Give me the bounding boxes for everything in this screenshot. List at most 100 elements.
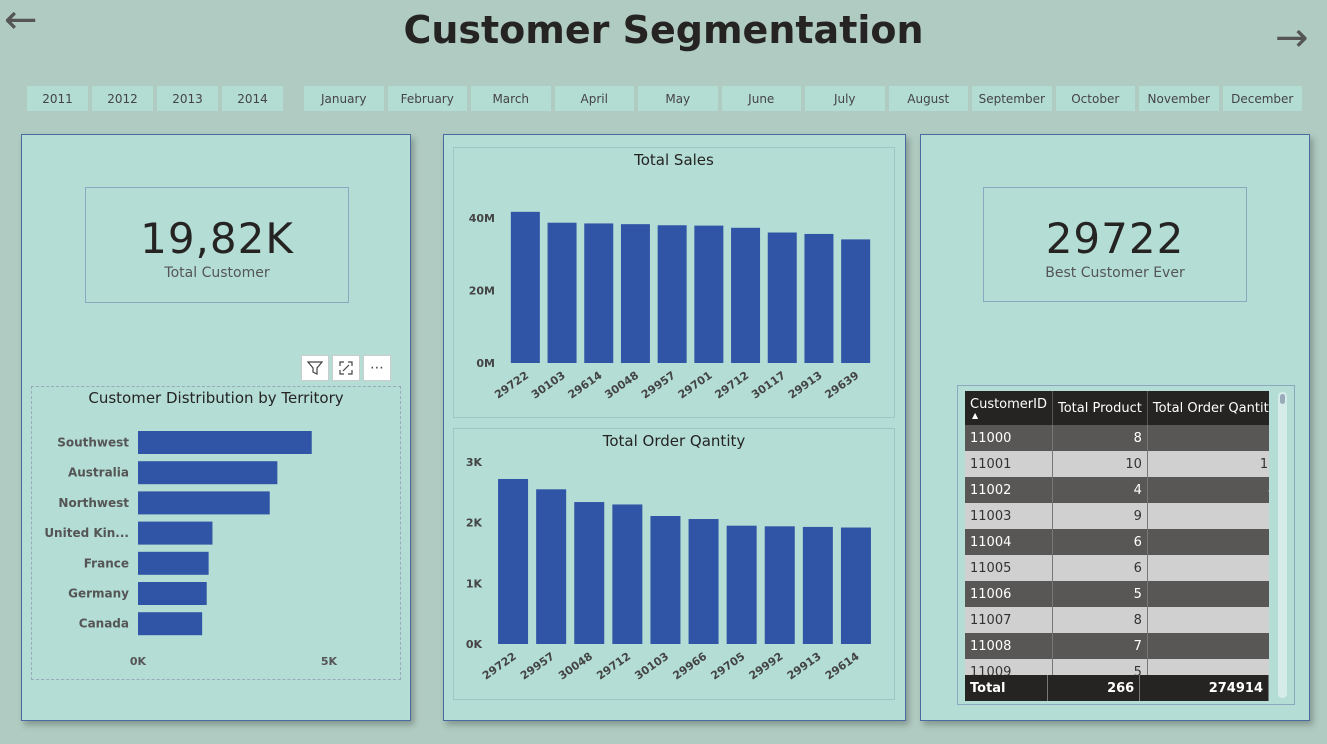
total-sales-bar-chart: 0M20M40M29722301032961430048299572970129… (469, 211, 871, 402)
sales-x-tick-label: 29712 (712, 369, 751, 402)
table-total: Total 266 274914 (965, 675, 1269, 701)
month-button-january[interactable]: January (304, 86, 384, 111)
sales-x-tick-label: 30103 (529, 369, 568, 402)
table-header-total-product[interactable]: Total Product (1052, 391, 1148, 425)
table-total-wrapper: Total 266 274914 (965, 675, 1269, 701)
table-cell: 8 (1147, 607, 1269, 633)
right-panel: 29722 Best Customer Ever CustomerID ▲ Tota… (920, 134, 1310, 721)
table-row[interactable]: 1100466 (965, 529, 1269, 555)
table-header-customerid[interactable]: CustomerID ▲ (965, 391, 1053, 425)
quantity-bar (802, 526, 833, 644)
total-sales-visual[interactable]: Total Sales 0M 20M 40M 29722 30103 29614 30048… (453, 147, 895, 418)
month-button-may[interactable]: May (638, 86, 718, 111)
best-customer-card: 29722 Best Customer Ever (983, 187, 1247, 302)
table-cell: 4 (1052, 477, 1148, 503)
quantity-x-tick-label: 29705 (709, 650, 748, 683)
table-cell: 11 (1147, 451, 1269, 477)
quantity-bar (688, 519, 719, 644)
year-button-2012[interactable]: 2012 (92, 86, 153, 111)
table-cell: 7 (1052, 633, 1148, 659)
table-body: 1100088110011011110024411003991100466110… (965, 425, 1269, 685)
territory-bar-chart: Southwest Australia Northwest United Kin...… (44, 431, 338, 668)
table-header-total-order-qantity[interactable]: Total Order Qantity (1147, 391, 1269, 425)
table-cell: 11003 (965, 503, 1053, 529)
focus-mode-icon[interactable] (332, 355, 360, 381)
territory-x-tick-label: 5K (321, 655, 338, 668)
quantity-y-tick-label: 1K (466, 577, 483, 590)
more-options-icon[interactable]: ⋯ (363, 355, 391, 381)
sales-bar (510, 211, 540, 363)
month-button-november[interactable]: November (1139, 86, 1219, 111)
territory-bar (138, 461, 278, 485)
sales-x-tick-label: 30048 (602, 369, 641, 402)
quantity-x-tick-label: 29992 (747, 650, 786, 683)
sales-bar (731, 227, 761, 363)
total-customer-label: Total Customer (164, 265, 270, 281)
sales-bar (620, 224, 650, 363)
quantity-x-tick-label: 29913 (785, 650, 824, 683)
quantity-y-tick-label: 3K (466, 456, 483, 469)
table-scrollbar-thumb[interactable] (1280, 394, 1285, 404)
best-customer-value: 29722 (1045, 214, 1185, 263)
order-quantity-visual[interactable]: Total Order Qantity 0K 1K 2K 3K 29722 29957 30… (453, 428, 895, 700)
quantity-bar (726, 525, 757, 644)
month-button-june[interactable]: June (721, 86, 801, 111)
total-customer-card: 19,82K Total Customer (85, 187, 349, 303)
year-button-2014[interactable]: 2014 (222, 86, 283, 111)
table-cell: 6 (1052, 555, 1148, 581)
table-cell: 11007 (965, 607, 1053, 633)
table-cell: 9 (1052, 503, 1148, 529)
territory-bar (138, 491, 270, 515)
table-total-cell: 274914 (1139, 675, 1269, 701)
table-scrollbar[interactable] (1278, 392, 1287, 698)
sales-x-tick-label: 29639 (823, 369, 862, 402)
customer-table-visual[interactable]: CustomerID ▲ Total Product Total Order Qant… (957, 385, 1295, 705)
table-cell: 11004 (965, 529, 1053, 555)
table-row[interactable]: 1100088 (965, 425, 1269, 451)
table-row[interactable]: 1100877 (965, 633, 1269, 659)
table-total-cell: Total (965, 675, 1049, 701)
territory-chart-visual[interactable]: Customer Distribution by Territory South… (31, 386, 401, 680)
territory-bar (138, 431, 312, 454)
quantity-x-tick-label: 29712 (594, 650, 633, 683)
quantity-bar (612, 504, 643, 644)
table-header-row: CustomerID ▲ Total Product Total Order Qant… (965, 391, 1269, 425)
table-row[interactable]: 1100788 (965, 607, 1269, 633)
year-button-2013[interactable]: 2013 (157, 86, 218, 111)
territory-category-label: Australia (68, 466, 129, 480)
quantity-x-tick-label: 30103 (632, 650, 671, 683)
table-cell: 4 (1147, 477, 1269, 503)
sales-x-tick-label: 29722 (492, 369, 531, 402)
forward-arrow-icon[interactable]: → (1275, 18, 1309, 58)
quantity-x-tick-label: 29614 (823, 650, 862, 683)
month-button-july[interactable]: July (805, 86, 885, 111)
table-row[interactable]: 110011011 (965, 451, 1269, 477)
filter-icon[interactable] (301, 355, 329, 381)
month-button-august[interactable]: August (888, 86, 968, 111)
month-button-february[interactable]: February (387, 86, 467, 111)
territory-x-tick-label: 0K (130, 655, 147, 668)
month-button-april[interactable]: April (554, 86, 634, 111)
table-header-label: CustomerID (970, 396, 1047, 412)
month-button-october[interactable]: October (1055, 86, 1135, 111)
territory-category-label: Northwest (58, 496, 129, 510)
table-row[interactable]: 1100655 (965, 581, 1269, 607)
table-row[interactable]: 1100244 (965, 477, 1269, 503)
table-row[interactable]: 1100566 (965, 555, 1269, 581)
quantity-bar (574, 502, 605, 644)
month-button-september[interactable]: September (972, 86, 1052, 111)
table-total-row: Total 266 274914 (965, 675, 1269, 701)
territory-bar (138, 521, 213, 545)
year-button-2011[interactable]: 2011 (27, 86, 88, 111)
quantity-x-tick-label: 29966 (670, 650, 709, 683)
table-cell: 11006 (965, 581, 1053, 607)
table-row[interactable]: 1100399 (965, 503, 1269, 529)
quantity-bar (840, 527, 871, 644)
total-customer-value: 19,82K (140, 214, 294, 263)
sales-bar (547, 222, 577, 363)
month-button-march[interactable]: March (471, 86, 551, 111)
table-total-cell: 266 (1047, 675, 1141, 701)
territory-category-label: Canada (79, 617, 129, 631)
month-button-december[interactable]: December (1222, 86, 1302, 111)
table-cell: 10 (1052, 451, 1148, 477)
